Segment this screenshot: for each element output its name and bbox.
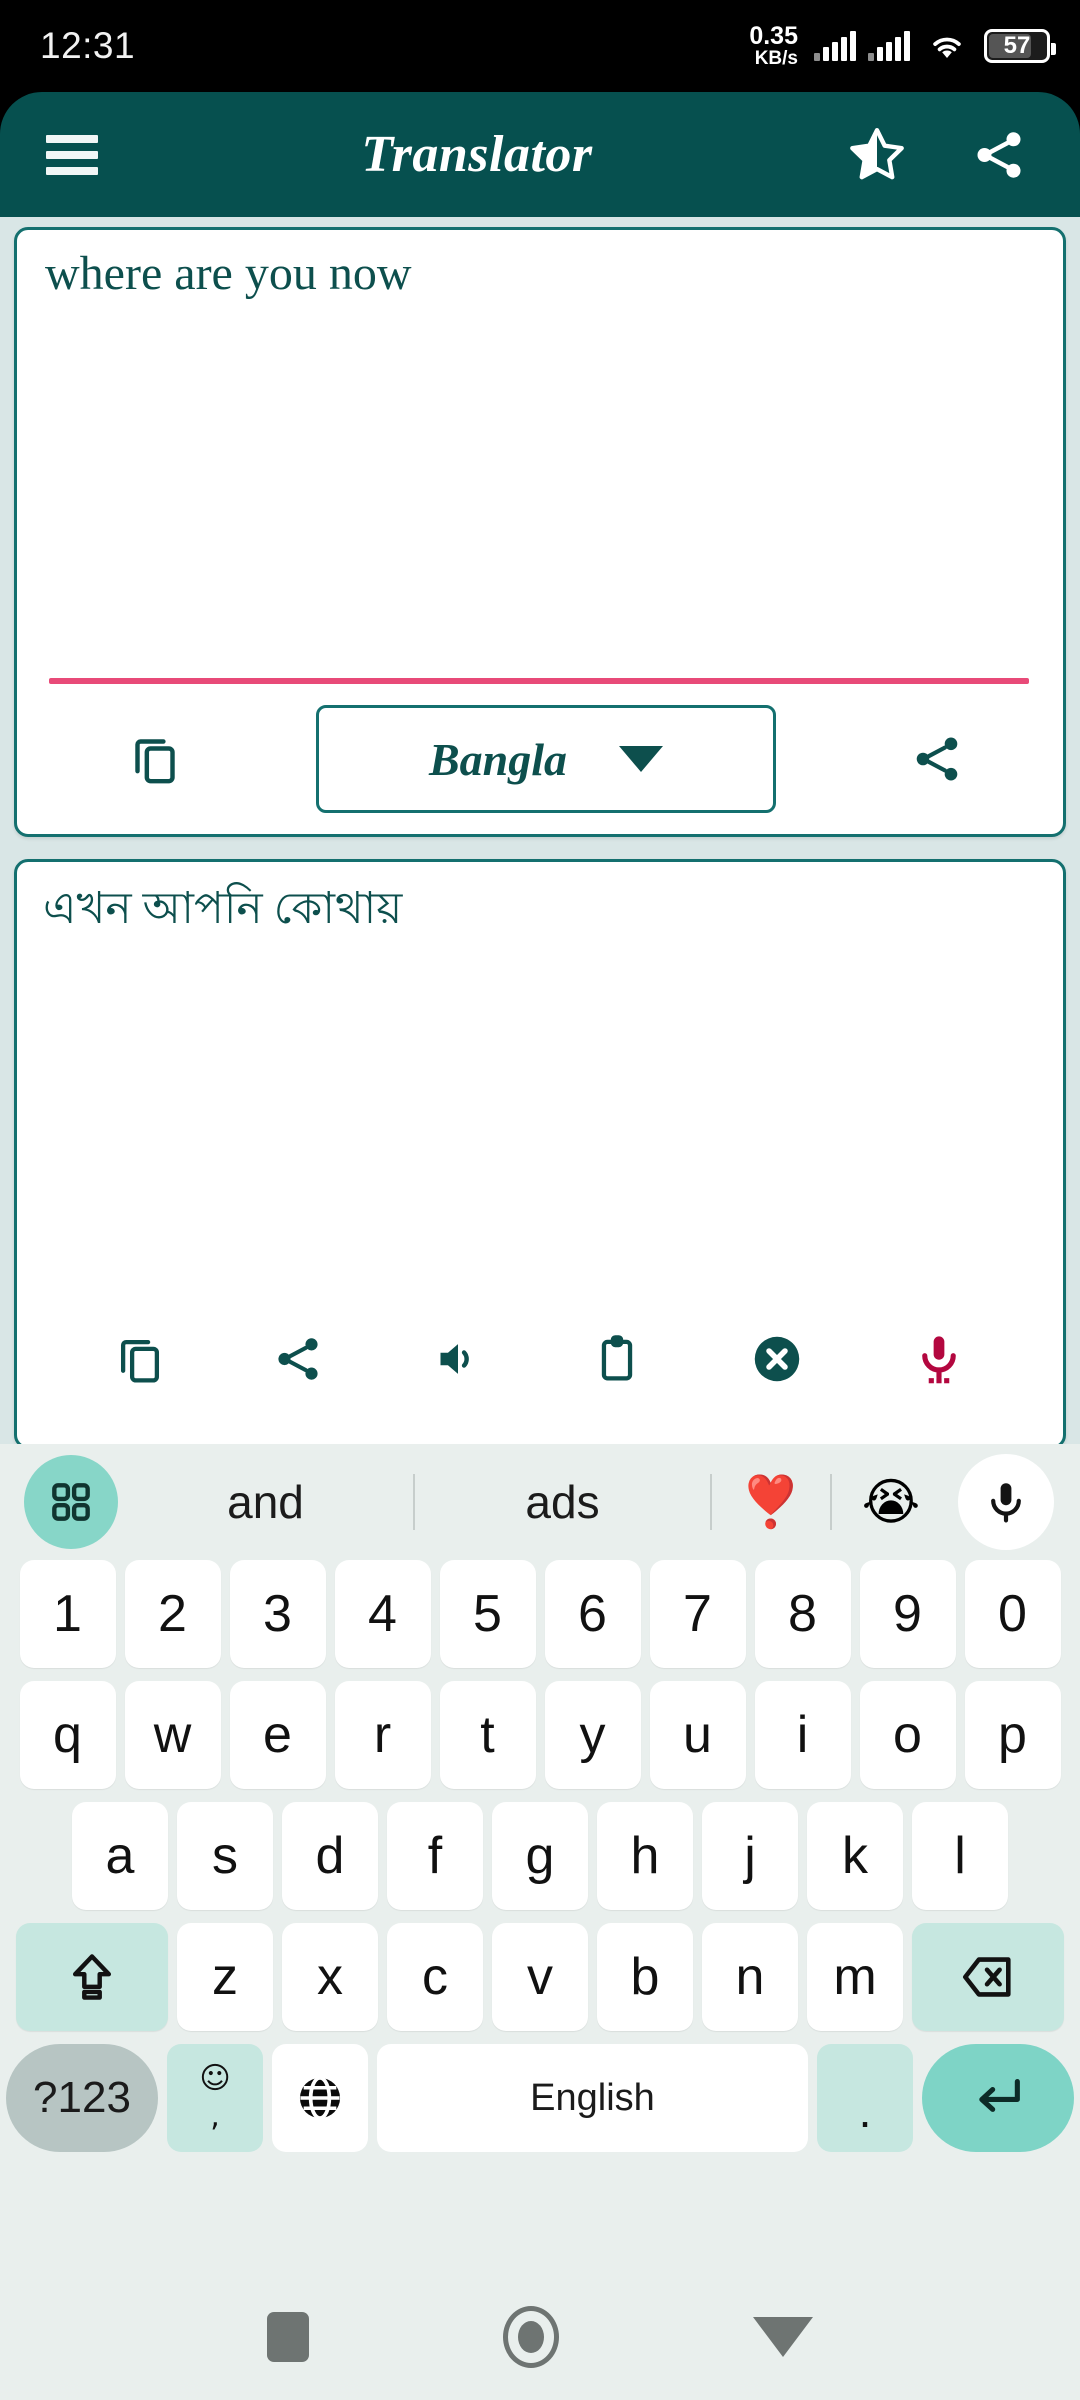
- wifi-icon: [926, 30, 968, 62]
- key-e[interactable]: e: [229, 1681, 326, 1789]
- input-toolbar: Bangla: [17, 684, 1063, 834]
- key-3[interactable]: 3: [229, 1560, 326, 1668]
- clipboard-icon[interactable]: [590, 1332, 644, 1386]
- microphone-icon[interactable]: [911, 1331, 967, 1387]
- keyboard-row-function: ?123 ☺ , English .: [0, 2044, 1080, 2152]
- enter-return-icon[interactable]: [922, 2044, 1074, 2152]
- key-p[interactable]: p: [964, 1681, 1061, 1789]
- key-c[interactable]: c: [387, 1923, 483, 2031]
- key-q[interactable]: q: [19, 1681, 116, 1789]
- copy-icon[interactable]: [127, 731, 183, 787]
- key-v[interactable]: v: [492, 1923, 588, 2031]
- key-n[interactable]: n: [702, 1923, 798, 2031]
- emoji-key[interactable]: ☺ ,: [167, 2044, 263, 2152]
- keyboard-row-numbers: 1 2 3 4 5 6 7 8 9 0: [0, 1560, 1080, 1668]
- suggestion-emoji-crying[interactable]: 😭: [832, 1473, 950, 1531]
- system-navigation-bar: [0, 2274, 1080, 2400]
- status-bar: 12:31 0.35 KB/s 57: [0, 0, 1080, 92]
- translated-text-card: এখন আপনি কোথায়: [14, 859, 1066, 1449]
- key-z[interactable]: z: [177, 1923, 273, 2031]
- key-2[interactable]: 2: [124, 1560, 221, 1668]
- period-key[interactable]: .: [817, 2044, 913, 2152]
- keyboard-row-home: a s d f g h j k l: [0, 1802, 1080, 1910]
- key-4[interactable]: 4: [334, 1560, 431, 1668]
- key-y[interactable]: y: [544, 1681, 641, 1789]
- translated-text[interactable]: এখন আপনি কোথায়: [17, 862, 1063, 1296]
- app-bar-actions: [846, 124, 1028, 186]
- network-speed-unit: KB/s: [754, 48, 798, 69]
- key-u[interactable]: u: [649, 1681, 746, 1789]
- source-text-card: where are you now Bangla: [14, 227, 1066, 837]
- half-star-icon[interactable]: [846, 124, 908, 186]
- key-j[interactable]: j: [702, 1802, 798, 1910]
- key-r[interactable]: r: [334, 1681, 431, 1789]
- signal-bars-icon: [814, 31, 856, 61]
- key-a[interactable]: a: [72, 1802, 168, 1910]
- key-6[interactable]: 6: [544, 1560, 641, 1668]
- suggestion-word-1[interactable]: and: [118, 1475, 413, 1529]
- home-circle-icon[interactable]: [503, 2306, 559, 2368]
- target-language-label: Bangla: [428, 733, 568, 785]
- page-title: Translator: [361, 126, 593, 183]
- suggestion-word-2[interactable]: ads: [415, 1475, 710, 1529]
- key-h[interactable]: h: [597, 1802, 693, 1910]
- key-w[interactable]: w: [124, 1681, 221, 1789]
- keyboard-row-bottom: z x c v b n m: [0, 1923, 1080, 2031]
- back-triangle-icon[interactable]: [753, 2317, 813, 2357]
- keyboard-row-top: q w e r t y u i o p: [0, 1681, 1080, 1789]
- microphone-icon[interactable]: [958, 1454, 1054, 1550]
- key-0[interactable]: 0: [964, 1560, 1061, 1668]
- copy-icon[interactable]: [113, 1332, 167, 1386]
- shift-up-arrow-icon[interactable]: [16, 1923, 168, 2031]
- key-l[interactable]: l: [912, 1802, 1008, 1910]
- suggestion-bar: and ads ❣️ 😭: [0, 1444, 1080, 1560]
- speaker-icon[interactable]: [430, 1331, 486, 1387]
- status-clock: 12:31: [40, 25, 136, 66]
- share-icon[interactable]: [271, 1332, 325, 1386]
- share-icon[interactable]: [970, 126, 1028, 184]
- suggestion-emoji-heart[interactable]: ❣️: [712, 1473, 830, 1532]
- battery-level-label: 57: [1003, 32, 1031, 59]
- key-9[interactable]: 9: [859, 1560, 956, 1668]
- source-text-input[interactable]: where are you now: [17, 230, 1063, 678]
- symbols-key[interactable]: ?123: [6, 2044, 158, 2152]
- globe-language-icon[interactable]: [272, 2044, 368, 2152]
- key-k[interactable]: k: [807, 1802, 903, 1910]
- chevron-down-icon: [619, 746, 664, 772]
- recents-square-icon[interactable]: [267, 2312, 309, 2362]
- key-o[interactable]: o: [859, 1681, 956, 1789]
- network-speed-value: 0.35: [749, 22, 798, 50]
- battery-icon: 57: [984, 29, 1056, 63]
- target-language-dropdown[interactable]: Bangla: [316, 705, 776, 813]
- signal-bars-icon-2: [868, 31, 910, 61]
- key-b[interactable]: b: [597, 1923, 693, 2031]
- key-i[interactable]: i: [754, 1681, 851, 1789]
- hamburger-menu-icon[interactable]: [46, 134, 98, 175]
- key-5[interactable]: 5: [439, 1560, 536, 1668]
- key-8[interactable]: 8: [754, 1560, 851, 1668]
- translator-body: where are you now Bangla এখন আপনি কোথায়: [0, 217, 1080, 1449]
- spacebar[interactable]: English: [377, 2044, 808, 2152]
- key-t[interactable]: t: [439, 1681, 536, 1789]
- app-bar: Translator: [0, 92, 1080, 217]
- key-d[interactable]: d: [282, 1802, 378, 1910]
- output-toolbar: [17, 1296, 1063, 1446]
- key-m[interactable]: m: [807, 1923, 903, 2031]
- key-1[interactable]: 1: [19, 1560, 116, 1668]
- key-7[interactable]: 7: [649, 1560, 746, 1668]
- network-speed-indicator: 0.35 KB/s: [749, 22, 798, 69]
- status-icons: 0.35 KB/s 57: [749, 22, 1056, 69]
- phone-screen: 12:31 0.35 KB/s 57 Translator where are …: [0, 0, 1080, 2400]
- key-s[interactable]: s: [177, 1802, 273, 1910]
- key-x[interactable]: x: [282, 1923, 378, 2031]
- emoji-key-comma: ,: [210, 2099, 220, 2134]
- on-screen-keyboard: and ads ❣️ 😭 1 2 3 4 5 6 7 8 9 0 q w e r…: [0, 1444, 1080, 2274]
- backspace-icon[interactable]: [912, 1923, 1064, 2031]
- share-icon[interactable]: [909, 731, 965, 787]
- clear-circle-icon[interactable]: [748, 1330, 806, 1388]
- emoji-key-face: ☺: [199, 2061, 231, 2096]
- key-f[interactable]: f: [387, 1802, 483, 1910]
- apps-grid-icon[interactable]: [24, 1455, 118, 1549]
- key-g[interactable]: g: [492, 1802, 588, 1910]
